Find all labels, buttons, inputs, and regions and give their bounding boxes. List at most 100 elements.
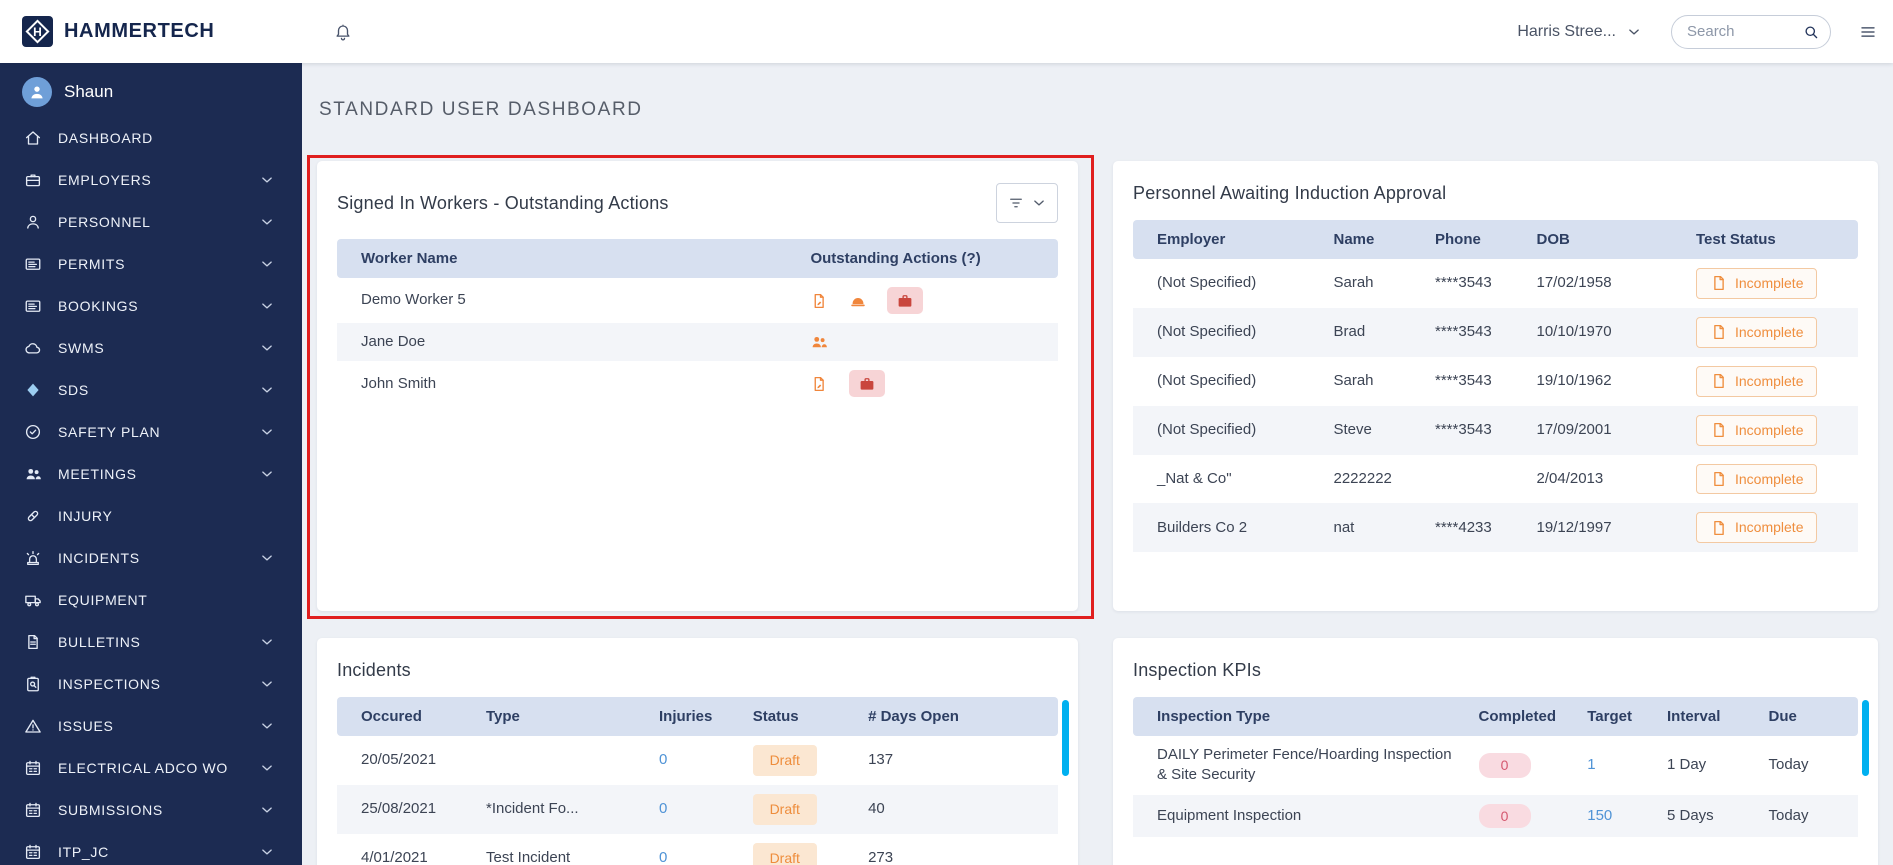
sidebar-item-swms[interactable]: SWMS [0, 327, 302, 369]
target-link[interactable]: 1 [1587, 756, 1595, 773]
chevron-down-icon [258, 843, 276, 861]
search-input[interactable] [1687, 23, 1802, 40]
cell-worker-name: Jane Doe [361, 333, 426, 350]
cell-name: Steve [1333, 420, 1372, 438]
search-box [1671, 14, 1831, 49]
status-badge-draft: Draft [752, 793, 817, 825]
sidebar-item-sds[interactable]: SDS [0, 369, 302, 411]
target-link[interactable]: 150 [1587, 807, 1612, 824]
column-header-test-status: Test Status [1684, 220, 1858, 259]
people-group-icon [24, 465, 42, 483]
table-scrollbar[interactable] [1862, 700, 1869, 776]
avatar [22, 77, 52, 107]
injuries-link[interactable]: 0 [659, 751, 667, 768]
bell-icon [334, 23, 352, 41]
injuries-link[interactable]: 0 [659, 800, 667, 817]
table-row: (Not Specified) Sarah ****3543 19/10/196… [1133, 357, 1858, 406]
sidebar-item-electrical-adco-wo[interactable]: ELECTRICAL ADCO WO [0, 747, 302, 789]
table-row: Demo Worker 5 [337, 278, 1058, 323]
completed-badge: 0 [1478, 752, 1531, 778]
cell-completed: 0 [1467, 736, 1576, 795]
person-icon [28, 83, 46, 101]
sidebar-item-submissions[interactable]: SUBMISSIONS [0, 789, 302, 831]
chevron-down-icon [258, 465, 276, 483]
person-icon [24, 213, 42, 231]
cell-employer: (Not Specified) [1157, 274, 1257, 292]
cell-dob: 17/09/2001 [1536, 420, 1612, 438]
cell-employer: (Not Specified) [1157, 323, 1257, 341]
cell-employer: (Not Specified) [1157, 372, 1257, 390]
clipboard-search-icon [24, 675, 42, 693]
sidebar-item-bookings[interactable]: BOOKINGS [0, 285, 302, 327]
table-scrollbar[interactable] [1062, 700, 1069, 776]
column-header-injuries: Injuries [647, 697, 741, 736]
briefcase-alert-action[interactable] [886, 287, 923, 314]
sidebar-item-equipment[interactable]: EQUIPMENT [0, 579, 302, 621]
sidebar-item-incidents[interactable]: INCIDENTS [0, 537, 302, 579]
chevron-down-icon [258, 675, 276, 693]
card-title: Incidents [337, 660, 411, 680]
siren-icon [24, 549, 42, 567]
sidebar-item-safety-plan[interactable]: SAFETY PLAN [0, 411, 302, 453]
menu-button[interactable] [1859, 23, 1877, 41]
cell-test-status: Incomplete [1684, 259, 1858, 308]
cell-outstanding-actions [798, 323, 1058, 361]
cell-injuries: 0 [647, 834, 741, 865]
table-row: 25/08/2021 *Incident Fo... 0 Draft 40 [337, 784, 1058, 834]
filter-button[interactable] [996, 183, 1058, 223]
cell-phone: ****3543 [1435, 323, 1492, 341]
sidebar-item-permits[interactable]: PERMITS [0, 243, 302, 285]
cell-employer: (Not Specified) [1157, 420, 1257, 438]
people-group-action[interactable] [810, 333, 828, 351]
sidebar-item-personnel[interactable]: PERSONNEL [0, 201, 302, 243]
search-icon[interactable] [1802, 23, 1820, 41]
status-badge-incomplete: Incomplete [1696, 463, 1818, 495]
cell-interval: 1 Day [1667, 756, 1707, 774]
document-icon [1710, 519, 1728, 537]
permit-card-icon [24, 255, 42, 273]
sidebar-item-dashboard[interactable]: DASHBOARD [0, 117, 302, 159]
site-selector[interactable]: Harris Stree... [1517, 23, 1643, 41]
column-header-interval: Interval [1655, 697, 1757, 736]
document-action[interactable] [810, 375, 828, 393]
sidebar-item-employers[interactable]: EMPLOYERS [0, 159, 302, 201]
chevron-down-icon [258, 381, 276, 399]
hammertech-logo[interactable]: H HAMMERTECH [0, 16, 302, 47]
cell-employer: Builders Co 2 [1157, 518, 1248, 536]
page-title: STANDARD USER DASHBOARD [319, 99, 643, 120]
cell-occured: 20/05/2021 [361, 751, 437, 769]
column-header-phone: Phone [1423, 220, 1525, 259]
chevron-down-icon [258, 213, 276, 231]
cell-status: Draft [741, 736, 856, 785]
table-row: (Not Specified) Steve ****3543 17/09/200… [1133, 405, 1858, 455]
cell-worker-name: Demo Worker 5 [361, 291, 466, 309]
main-content: STANDARD USER DASHBOARD Signed In Worker… [302, 63, 1893, 865]
document-action[interactable] [810, 292, 828, 310]
people-group-icon [810, 333, 828, 351]
document-icon [1710, 274, 1728, 292]
column-header-days-open: # Days Open [856, 697, 1058, 736]
calendar-grid-icon [24, 801, 42, 819]
sidebar-item-issues[interactable]: ISSUES [0, 705, 302, 747]
cell-name: nat [1333, 518, 1355, 536]
sidebar-item-injury[interactable]: INJURY [0, 495, 302, 537]
notifications-button[interactable] [334, 23, 352, 41]
inspection-kpis-table: Inspection Type Completed Target Interva… [1133, 697, 1858, 838]
chevron-down-icon [258, 423, 276, 441]
sidebar-item-itp-jc[interactable]: ITP_JC [0, 831, 302, 865]
chevron-down-icon [258, 297, 276, 315]
cell-test-status: Incomplete [1684, 455, 1858, 504]
badge-check-icon [24, 423, 42, 441]
briefcase-alert-action[interactable] [848, 370, 885, 398]
briefcase-icon [24, 171, 42, 189]
sidebar-item-meetings[interactable]: MEETINGS [0, 453, 302, 495]
filter-icon [1007, 194, 1025, 212]
calendar-grid-icon [24, 759, 42, 777]
hard-hat-action[interactable] [849, 292, 867, 310]
incidents-table: Occured Type Injuries Status # Days Open… [337, 697, 1058, 865]
sidebar-item-inspections[interactable]: INSPECTIONS [0, 663, 302, 705]
sidebar-item-bulletins[interactable]: BULLETINS [0, 621, 302, 663]
personnel-awaiting-table: Employer Name Phone DOB Test Status (Not… [1133, 220, 1858, 553]
injuries-link[interactable]: 0 [659, 849, 667, 865]
user-profile[interactable]: Shaun [0, 63, 302, 117]
